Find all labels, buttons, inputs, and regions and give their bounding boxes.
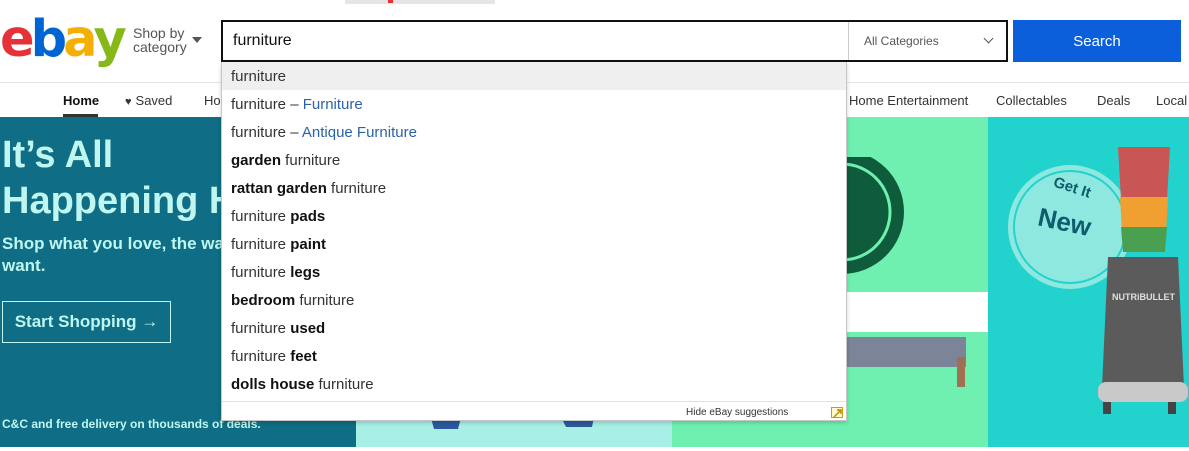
suggestion-item[interactable]: garden furniture (222, 146, 846, 174)
chevron-down-icon (983, 33, 994, 44)
nav-item-home-entertainment[interactable]: Home Entertainment (849, 93, 968, 108)
suggestion-text: furniture – (231, 124, 302, 141)
suggestion-item[interactable]: furniture used (222, 314, 846, 342)
suggestion-text: rattan garden (231, 180, 327, 197)
suggestion-text: furniture (231, 348, 291, 365)
suggestion-item[interactable]: rattan garden furniture (222, 174, 846, 202)
expand-icon[interactable] (831, 407, 843, 418)
suggestion-category-text: Furniture (302, 96, 363, 113)
page-bottom-edge (0, 447, 1189, 451)
suggestion-item[interactable]: dolls house furniture (222, 370, 846, 398)
suggestion-text: furniture (281, 152, 341, 169)
ebay-logo[interactable]: ebay (0, 10, 127, 69)
search-input[interactable] (233, 22, 843, 60)
browser-tab-sliver (345, 0, 495, 4)
chevron-down-icon (192, 37, 202, 43)
suggestion-text: furniture (326, 180, 387, 197)
logo-letter: a (63, 10, 97, 69)
suggestion-item[interactable]: furniture pads (222, 202, 846, 230)
suggestion-text: garden (231, 152, 282, 169)
suggestion-item[interactable]: furniture feet (222, 342, 846, 370)
search-suggestions-dropdown: furniture furniture – Furniture furniture … (221, 62, 847, 421)
nav-item-collectables[interactable]: Collectables (996, 93, 1067, 108)
suggestion-text: furniture (231, 264, 291, 281)
suggestion-item[interactable]: furniture paint (222, 230, 846, 258)
logo-letter: b (30, 10, 67, 69)
heart-icon: ♥ (125, 96, 132, 108)
nav-item-deals[interactable]: Deals (1097, 93, 1130, 108)
suggestion-text: furniture (295, 292, 355, 309)
category-select[interactable]: All Categories (848, 22, 1008, 60)
nav-item-home[interactable]: Home (63, 93, 99, 108)
suggestion-item[interactable]: bedroom furniture (222, 286, 846, 314)
search-bar: All Categories (221, 20, 1008, 62)
nav-item-local[interactable]: Local (1156, 93, 1187, 108)
suggestion-item[interactable]: furniture (222, 62, 846, 90)
suggestion-text: dolls house (231, 376, 315, 393)
nav-item-saved-label: Saved (135, 93, 173, 108)
suggestion-text: paint (290, 236, 327, 253)
ebay-page: ebay Shop by category All Categories Sea… (0, 0, 1189, 451)
logo-letter: e (0, 10, 35, 69)
suggestion-text: furniture (231, 68, 287, 85)
suggestion-list: furniture furniture – Furniture furniture … (222, 62, 846, 398)
suggestion-text: furniture (314, 376, 374, 393)
suggestion-item[interactable]: furniture legs (222, 258, 846, 286)
suggestion-category-text: Antique Furniture (301, 124, 417, 141)
nav-item-saved[interactable]: ♥ Saved (125, 93, 172, 108)
suggestion-text: feet (290, 348, 317, 365)
hide-suggestions-link[interactable]: Hide eBay suggestions (686, 407, 788, 418)
suggestion-text: furniture – (231, 96, 303, 113)
logo-letter: y (93, 10, 127, 69)
suggestion-item[interactable]: furniture – Antique Furniture (222, 118, 846, 146)
shop-by-category-button[interactable]: Shop by category (133, 26, 213, 54)
search-button[interactable]: Search (1013, 20, 1181, 62)
hero-banner-blender[interactable]: Get It New NUTRiBULLET (988, 117, 1189, 447)
nav-item-home-partial[interactable]: Ho (204, 93, 221, 108)
suggestion-text: furniture (231, 236, 291, 253)
suggestion-text: pads (290, 208, 326, 225)
blender-image: Get It New NUTRiBULLET (1008, 147, 1188, 414)
suggestion-text: used (290, 320, 326, 337)
suggestions-footer: Hide eBay suggestions (222, 401, 846, 421)
suggestion-text: legs (290, 264, 321, 281)
suggestion-text: furniture (231, 320, 291, 337)
start-shopping-button[interactable]: Start Shopping → (2, 301, 171, 343)
suggestion-text: furniture (231, 208, 291, 225)
category-select-value: All Categories (864, 34, 939, 48)
suggestion-item[interactable]: furniture – Furniture (222, 90, 846, 118)
blender-brand-label: NUTRiBULLET (1112, 292, 1175, 302)
suggestion-text: bedroom (231, 292, 296, 309)
